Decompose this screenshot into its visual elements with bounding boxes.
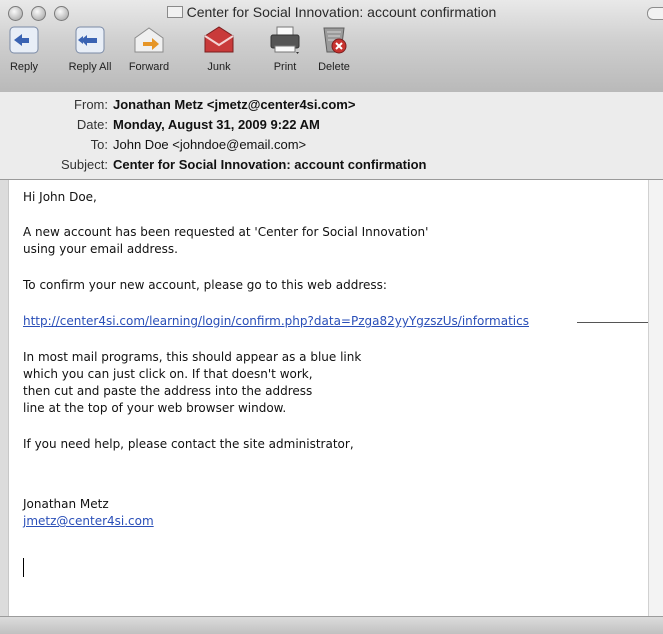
from-name: Jonathan Metz	[113, 97, 204, 112]
signature-name: Jonathan Metz	[23, 497, 109, 511]
text-cursor	[23, 558, 24, 577]
forward-icon	[132, 24, 166, 56]
delete-button[interactable]: Delete	[310, 24, 358, 73]
paragraph-3-line-1: In most mail programs, this should appea…	[23, 350, 362, 364]
paragraph-1-line-1: A new account has been requested at 'Cen…	[23, 225, 429, 239]
trash-delete-icon	[317, 24, 351, 56]
from-email: <jmetz@center4si.com>	[206, 97, 356, 112]
mail-window: Center for Social Innovation: account co…	[0, 0, 663, 634]
reply-button[interactable]: Reply	[4, 24, 44, 73]
to-label: To:	[90, 137, 108, 152]
from-label: From:	[74, 97, 108, 112]
greeting: Hi John Doe,	[23, 190, 97, 204]
left-margin	[0, 180, 8, 616]
reply-icon	[7, 24, 41, 56]
message-headers: From: Jonathan Metz <jmetz@center4si.com…	[0, 92, 663, 180]
window-chrome: Center for Social Innovation: account co…	[0, 0, 663, 93]
paragraph-2: To confirm your new account, please go t…	[23, 278, 387, 292]
reply-all-button[interactable]: Reply All	[64, 24, 116, 73]
printer-icon	[268, 24, 302, 56]
to-value[interactable]: John Doe <johndoe@email.com>	[113, 137, 306, 152]
junk-button[interactable]: Junk	[199, 24, 239, 73]
message-body[interactable]: Hi John Doe, A new account has been requ…	[8, 180, 663, 616]
from-value[interactable]: Jonathan Metz <jmetz@center4si.com>	[113, 97, 355, 112]
reply-all-icon	[73, 24, 107, 56]
window-title-bar: Center for Social Innovation: account co…	[0, 4, 663, 20]
toolbar: Reply Reply All Forward Junk Print Delet…	[0, 24, 663, 88]
right-margin	[648, 180, 663, 616]
paragraph-3-line-2: which you can just click on. If that doe…	[23, 367, 313, 381]
subject-row: Subject: Center for Social Innovation: a…	[0, 157, 663, 176]
envelope-icon	[166, 6, 183, 18]
date-value: Monday, August 31, 2009 9:22 AM	[113, 117, 320, 132]
subject-value: Center for Social Innovation: account co…	[113, 157, 427, 172]
junk-icon	[202, 24, 236, 56]
confirm-link[interactable]: http://center4si.com/learning/login/conf…	[23, 313, 529, 330]
paragraph-3-line-4: line at the top of your web browser wind…	[23, 401, 287, 415]
window-title: Center for Social Innovation: account co…	[186, 4, 497, 20]
signature-email-link[interactable]: jmetz@center4si.com	[23, 513, 154, 530]
paragraph-1-line-2: using your email address.	[23, 242, 178, 256]
forward-button[interactable]: Forward	[124, 24, 174, 73]
to-row: To: John Doe <johndoe@email.com>	[0, 137, 663, 156]
subject-label: Subject:	[61, 157, 108, 172]
bottom-status-bar	[0, 616, 663, 634]
print-button[interactable]: Print	[262, 24, 308, 73]
from-row: From: Jonathan Metz <jmetz@center4si.com…	[0, 97, 663, 116]
toolbar-toggle-button[interactable]	[647, 7, 663, 20]
date-row: Date: Monday, August 31, 2009 9:22 AM	[0, 117, 663, 136]
paragraph-3-line-3: then cut and paste the address into the …	[23, 384, 313, 398]
paragraph-4: If you need help, please contact the sit…	[23, 437, 354, 451]
date-label: Date:	[76, 117, 108, 132]
